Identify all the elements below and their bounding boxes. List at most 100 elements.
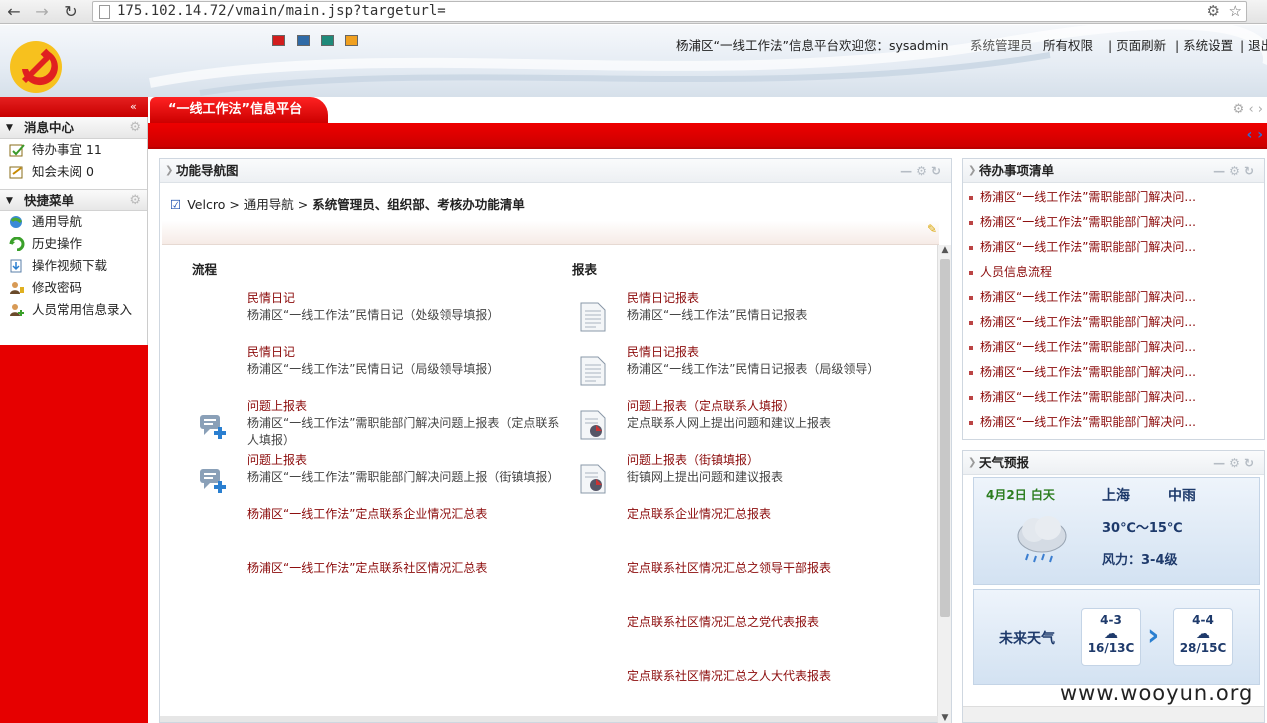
refresh-icon[interactable]: ↻ (1244, 456, 1258, 470)
report-item[interactable]: 定点联系社区情况汇总之人大代表报表 (627, 668, 957, 685)
flow-item-desc: 杨浦区“一线工作法”民情日记（处级领导填报） (247, 308, 500, 322)
refresh-icon[interactable]: ↻ (931, 164, 945, 178)
flow-item[interactable]: 民情日记 杨浦区“一线工作法”民情日记（局级领导填报） (247, 344, 577, 378)
todo-item[interactable]: 杨浦区“一线工作法”需职能部门解决问... (963, 210, 1264, 235)
scroll-up-icon[interactable]: ▲ (938, 245, 952, 255)
report-item-title[interactable]: 民情日记报表 (627, 290, 957, 307)
flow-item[interactable]: 问题上报表 杨浦区“一线工作法”需职能部门解决问题上报表（定点联系人填报） (247, 398, 562, 449)
report-document-icon (580, 302, 606, 332)
tab-platform[interactable]: “一线工作法”信息平台 (150, 97, 328, 123)
report-item[interactable]: 定点联系企业情况汇总报表 (627, 506, 957, 523)
sidebar-item-video-download[interactable]: 操作视频下载 (0, 255, 147, 277)
gear-icon[interactable]: ⚙ (129, 117, 141, 139)
flow-item[interactable]: 民情日记 杨浦区“一线工作法”民情日记（处级领导填报） (247, 290, 577, 324)
flow-item-title[interactable]: 问题上报表 (247, 452, 577, 469)
address-bar[interactable]: 175.102.14.72/vmain/main.jsp?targeturl= … (92, 1, 1247, 22)
report-item-title[interactable]: 定点联系社区情况汇总之人大代表报表 (627, 668, 957, 685)
todo-item[interactable]: 杨浦区“一线工作法”需职能部门解决问... (963, 185, 1264, 210)
star-icon[interactable]: ☆ (1229, 2, 1242, 20)
logout-link[interactable]: | 退出 (1240, 35, 1267, 54)
navigation-icon (10, 216, 23, 228)
reload-icon[interactable]: ↻ (60, 2, 82, 22)
report-item[interactable]: 问题上报表（街镇填报） 街镇网上提出问题和建议报表 (627, 452, 957, 486)
todo-item[interactable]: 杨浦区“一线工作法”需职能部门解决问... (963, 310, 1264, 335)
report-item-title[interactable]: 定点联系社区情况汇总之领导干部报表 (627, 560, 957, 577)
report-item[interactable]: 定点联系社区情况汇总之党代表报表 (627, 614, 957, 631)
report-item[interactable]: 问题上报表（定点联系人填报） 定点联系人网上提出问题和建议上报表 (627, 398, 957, 432)
expand-arrow-icon[interactable]: ❯ (968, 451, 976, 475)
scroll-thumb[interactable] (940, 259, 950, 617)
report-item-title[interactable]: 问题上报表（定点联系人填报） (627, 398, 957, 415)
back-arrow-icon[interactable]: ← (3, 2, 25, 22)
collapse-sidebar-icon[interactable]: « (130, 100, 137, 113)
sidebar-item-history[interactable]: 历史操作 (0, 233, 147, 255)
horizontal-scrollbar[interactable] (160, 716, 938, 722)
gear-icon[interactable]: ⚙ (1229, 456, 1244, 470)
report-item[interactable]: 定点联系社区情况汇总之领导干部报表 (627, 560, 957, 577)
skin-blue-swatch[interactable] (297, 35, 310, 46)
sidebar-item-navigation[interactable]: 通用导航 (0, 211, 147, 233)
refresh-icon[interactable]: ↻ (1244, 164, 1258, 178)
vertical-scrollbar[interactable]: ▲ ▼ (937, 245, 951, 723)
horizontal-scrollbar[interactable] (963, 706, 1264, 722)
todo-item[interactable]: 杨浦区“一线工作法”需职能部门解决问... (963, 285, 1264, 310)
forecast-temp: 16/13C (1087, 641, 1135, 655)
todo-item[interactable]: 杨浦区“一线工作法”需职能部门解决问... (963, 360, 1264, 385)
expand-arrow-icon[interactable]: ❯ (968, 159, 976, 183)
minimize-icon[interactable]: — (1213, 164, 1229, 178)
chevron-right-icon[interactable]: › (1257, 127, 1263, 143)
skin-red-swatch[interactable] (272, 35, 285, 46)
gear-icon[interactable]: ⚙ (1229, 164, 1244, 178)
flow-item[interactable]: 杨浦区“一线工作法”定点联系社区情况汇总表 (247, 560, 577, 577)
todo-item[interactable]: 杨浦区“一线工作法”需职能部门解决问... (963, 410, 1264, 435)
sidebar-item-notice[interactable]: 知会未阅 0 (0, 161, 147, 183)
welcome-message: 杨浦区“一线工作法”信息平台欢迎您：sysadmin (676, 38, 949, 53)
sidebar-item-personnel-entry[interactable]: 人员常用信息录入 (0, 299, 147, 321)
chevron-left-icon[interactable]: ‹ (1247, 127, 1253, 143)
report-item[interactable]: 民情日记报表 杨浦区“一线工作法”民情日记报表 (627, 290, 957, 324)
all-permissions-link[interactable]: 所有权限 (1043, 35, 1093, 54)
sidebar-item-label: 通用导航 (32, 214, 83, 229)
flow-item[interactable]: 杨浦区“一线工作法”定点联系企业情况汇总表 (247, 506, 577, 523)
minimize-icon[interactable]: — (1213, 456, 1229, 470)
skin-teal-swatch[interactable] (321, 35, 334, 46)
sidebar-item-change-password[interactable]: 修改密码 (0, 277, 147, 299)
report-item[interactable]: 民情日记报表 杨浦区“一线工作法”民情日记报表（局级领导） (627, 344, 957, 378)
expand-arrow-icon[interactable]: ❯ (165, 159, 173, 183)
gear-icon[interactable]: ⚙ (916, 164, 931, 178)
todo-item[interactable]: 杨浦区“一线工作法”需职能部门解决问... (963, 235, 1264, 260)
gear-icon[interactable]: ⚙ (1233, 102, 1245, 117)
flow-item-title[interactable]: 杨浦区“一线工作法”定点联系社区情况汇总表 (247, 560, 577, 577)
forward-arrow-icon[interactable]: → (31, 2, 53, 22)
system-settings-link[interactable]: | 系统设置 (1175, 35, 1233, 54)
flow-item-title[interactable]: 杨浦区“一线工作法”定点联系企业情况汇总表 (247, 506, 577, 523)
breadcrumb-root[interactable]: Velcro (187, 197, 225, 212)
flow-item[interactable]: 问题上报表 杨浦区“一线工作法”需职能部门解决问题上报（街镇填报） (247, 452, 577, 486)
pencil-icon[interactable]: ✎ (927, 222, 937, 236)
todo-item[interactable]: 杨浦区“一线工作法”需职能部门解决问... (963, 335, 1264, 360)
todo-list-panel: ❯ 待办事项清单 —⚙↻ 杨浦区“一线工作法”需职能部门解决问... 杨浦区“一… (962, 158, 1265, 440)
todo-item[interactable]: 杨浦区“一线工作法”需职能部门解决问... (963, 385, 1264, 410)
scroll-down-icon[interactable]: ▼ (938, 713, 952, 723)
report-item-title[interactable]: 民情日记报表 (627, 344, 957, 361)
flow-item-title[interactable]: 问题上报表 (247, 398, 562, 415)
page-refresh-link[interactable]: | 页面刷新 (1108, 35, 1166, 54)
quick-menu-header[interactable]: ▼ 快捷菜单 ⚙ (0, 189, 147, 211)
report-item-title[interactable]: 问题上报表（街镇填报） (627, 452, 957, 469)
breadcrumb-mid[interactable]: 通用导航 (244, 197, 294, 212)
flow-item-title[interactable]: 民情日记 (247, 290, 577, 307)
minimize-icon[interactable]: — (900, 164, 916, 178)
skin-orange-swatch[interactable] (345, 35, 358, 46)
report-item-title[interactable]: 定点联系企业情况汇总报表 (627, 506, 957, 523)
message-center-header[interactable]: ▼ 消息中心 ⚙ (0, 117, 147, 139)
chevron-left-icon[interactable]: ‹ (1248, 102, 1253, 117)
gear-icon[interactable]: ⚙ (129, 190, 141, 212)
flow-item-title[interactable]: 民情日记 (247, 344, 577, 361)
report-item-title[interactable]: 定点联系社区情况汇总之党代表报表 (627, 614, 957, 631)
wrench-icon[interactable]: ⚙ (1207, 2, 1220, 20)
chevron-right-icon[interactable]: › (1258, 102, 1263, 117)
sidebar-item-todo[interactable]: 待办事宜 11 (0, 139, 147, 161)
todo-item-label: 杨浦区“一线工作法”需职能部门解决问... (980, 390, 1196, 404)
todo-item[interactable]: 人员信息流程 (963, 260, 1264, 285)
forecast-card: 4-3 ☁ 16/13C (1081, 608, 1141, 666)
